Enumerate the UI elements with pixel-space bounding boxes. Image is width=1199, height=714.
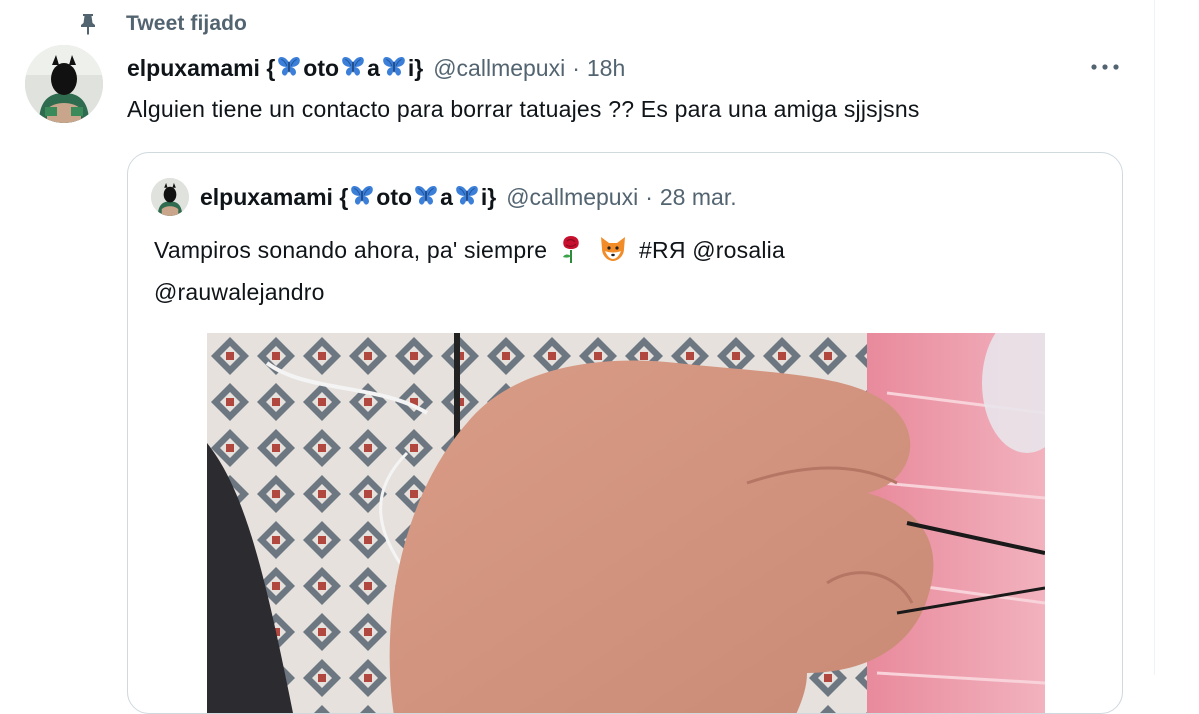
butterfly-emoji <box>454 183 480 209</box>
rose-emoji <box>562 236 579 263</box>
butterfly-emoji <box>413 183 439 209</box>
avatar[interactable] <box>25 45 103 123</box>
quoted-text: Vampiros sonando ahora, pa' siempre #RЯ … <box>154 229 1014 313</box>
quoted-photo[interactable] <box>207 333 1045 713</box>
quoted-timestamp: 28 mar. <box>659 183 737 210</box>
quoted-avatar <box>151 178 189 216</box>
quoted-header: elpuxamami {oto a i} @callmepuxi · 28 mar. <box>200 181 737 213</box>
pinned-label: Tweet fijado <box>126 12 247 35</box>
separator-dot: · <box>645 183 653 210</box>
pin-icon <box>76 12 100 36</box>
tweet-header: elpuxamami {oto a i} @callmepuxi · 18h <box>127 52 625 84</box>
author-name[interactable]: elpuxamami {oto a i} <box>127 54 423 82</box>
butterfly-emoji <box>276 54 302 80</box>
quoted-author-name: elpuxamami {oto a i} <box>200 183 497 210</box>
more-options-icon[interactable] <box>1088 55 1122 79</box>
timeline-border <box>1154 0 1155 675</box>
tweet-text: Alguien tiene un contacto para borrar ta… <box>127 96 920 122</box>
quoted-tweet[interactable]: elpuxamami {oto a i} @callmepuxi · 28 mar.… <box>127 152 1123 714</box>
butterfly-emoji <box>340 54 366 80</box>
author-handle[interactable]: @callmepuxi <box>433 55 565 82</box>
pinned-indicator: Tweet fijado <box>76 10 247 38</box>
butterfly-emoji <box>381 54 407 80</box>
quoted-author-handle: @callmepuxi <box>506 183 639 210</box>
tweet-timestamp[interactable]: 18h <box>587 55 625 82</box>
butterfly-emoji <box>349 183 375 209</box>
fox-emoji <box>601 237 626 261</box>
separator-dot: · <box>572 54 580 81</box>
